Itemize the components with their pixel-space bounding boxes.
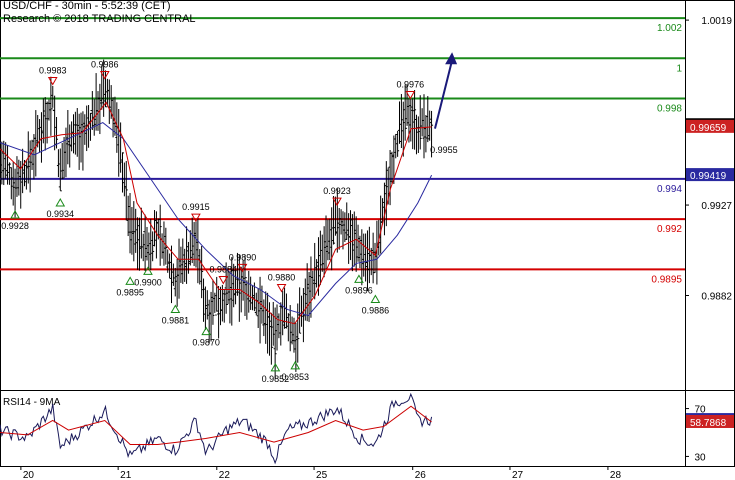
x-tick-label-21: 21 bbox=[120, 470, 132, 480]
low-marker-icon bbox=[290, 360, 301, 370]
y-tick-label-1.0019: 1.0019 bbox=[701, 16, 732, 27]
projection-arrow-line bbox=[434, 60, 454, 129]
copyright-label: Research © 2018 TRADING CENTRAL bbox=[3, 13, 196, 25]
y-tick-label-0.9882: 0.9882 bbox=[701, 292, 732, 303]
level-label-1: 1 bbox=[676, 63, 682, 74]
level-label-0.992: 0.992 bbox=[657, 224, 682, 235]
value-box-label-0.99419: 0.99419 bbox=[690, 171, 727, 182]
high-marker-label-0.9915: 0.9915 bbox=[182, 202, 210, 212]
chart-title: USD/CHF - 30min - 5:52:39 (CET) bbox=[3, 0, 171, 12]
low-marker-label-0.9881: 0.9881 bbox=[162, 316, 190, 326]
level-label-1.002: 1.002 bbox=[657, 23, 682, 34]
x-tick-label-25: 25 bbox=[316, 470, 328, 480]
low-marker-label-0.9895: 0.9895 bbox=[116, 287, 144, 297]
level-label-0.9895: 0.9895 bbox=[651, 274, 682, 285]
value-box-label-0.99659: 0.99659 bbox=[690, 123, 727, 134]
level-label-0.998: 0.998 bbox=[657, 104, 682, 115]
rsi-tick-label-30: 30 bbox=[694, 452, 706, 463]
low-marker-icon bbox=[170, 304, 181, 314]
y-tick-label-0.9927: 0.9927 bbox=[701, 201, 732, 212]
low-marker-label-0.9870: 0.9870 bbox=[192, 338, 220, 348]
high-marker-label-0.9880: 0.9880 bbox=[268, 273, 296, 283]
x-tick-label-28: 28 bbox=[610, 470, 622, 480]
x-tick-label-27: 27 bbox=[512, 470, 524, 480]
annotation-label-0.9955: 0.9955 bbox=[430, 145, 458, 155]
low-marker-icon bbox=[370, 294, 381, 303]
low-marker-label-0.9928: 0.9928 bbox=[1, 221, 29, 231]
rsi-line bbox=[0, 392, 433, 465]
low-marker-label-0.9934: 0.9934 bbox=[47, 209, 75, 219]
x-tick-label-26: 26 bbox=[415, 470, 427, 480]
high-marker-label-0.9986: 0.9986 bbox=[91, 59, 119, 69]
low-marker-label-0.9900: 0.9900 bbox=[134, 277, 162, 287]
low-marker-label-0.9896: 0.9896 bbox=[345, 285, 373, 295]
x-tick-label-22: 22 bbox=[219, 470, 231, 480]
low-marker-icon bbox=[125, 276, 136, 285]
high-marker-label-0.9890: 0.9890 bbox=[229, 252, 257, 262]
high-marker-label-0.9976: 0.9976 bbox=[397, 80, 425, 90]
high-marker-label-0.9923: 0.9923 bbox=[323, 186, 351, 196]
low-marker-label-0.9886: 0.9886 bbox=[362, 305, 390, 315]
high-marker-label-0.9983: 0.9983 bbox=[39, 65, 67, 75]
low-marker-label-0.9853: 0.9853 bbox=[281, 372, 309, 382]
x-tick-label-20: 20 bbox=[23, 470, 35, 480]
rsi-value-box-label-58.7868: 58.7868 bbox=[690, 418, 727, 429]
level-label-0.994: 0.994 bbox=[657, 184, 682, 195]
high-marker-icon bbox=[47, 76, 58, 86]
high-marker-label-0.9884: 0.9884 bbox=[210, 264, 238, 274]
low-marker-icon bbox=[55, 197, 66, 207]
price-chart: 1.002 1 0.998 0.994 0.992 0.9895 1.0019 0.9927 0… bbox=[0, 0, 735, 480]
